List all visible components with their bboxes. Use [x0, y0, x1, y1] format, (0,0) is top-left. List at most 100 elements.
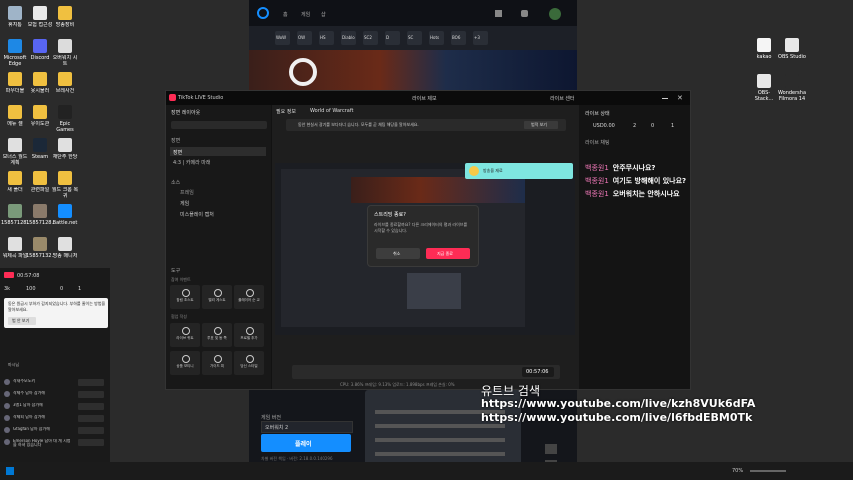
desktop-icon[interactable]: 보험 접근성	[26, 6, 54, 34]
tool-icon	[246, 327, 254, 335]
game-tab[interactable]: +3	[473, 31, 488, 45]
desktop-icon[interactable]: Discord	[26, 39, 54, 67]
source-item-frame[interactable]: 프레임	[180, 189, 194, 196]
game-tab[interactable]: D	[385, 31, 400, 45]
desktop-icon[interactable]: 오버워치 시트	[51, 39, 79, 67]
close-icon[interactable]: ✕	[677, 94, 683, 102]
user-avatar[interactable]	[549, 8, 561, 20]
tab-wow[interactable]: World of Warcraft	[304, 107, 364, 116]
game-tab[interactable]: WoW	[275, 31, 290, 45]
tool-button[interactable]: 상품 모티니	[170, 351, 200, 375]
tab-info[interactable]: 필요 정보	[272, 107, 297, 116]
tool-button[interactable]: 투표 및 동 쪽	[202, 323, 232, 347]
chat-username[interactable]: 백종원1	[585, 190, 609, 198]
desktop-icon[interactable]: 방송장비	[51, 6, 79, 34]
desktop-icon[interactable]: Epic Games Launcher	[51, 105, 79, 133]
desktop-icon[interactable]: 옷시물러	[26, 72, 54, 100]
desktop-icon[interactable]: 관련파일	[26, 171, 54, 199]
mini-welcome: 마시님	[8, 362, 20, 367]
mini-notice-button[interactable]: 법 안 보기	[8, 317, 36, 325]
tool-button[interactable]: 라이브 퀴트	[170, 323, 200, 347]
desktop-icon[interactable]: Battle.net	[51, 204, 79, 232]
thanks-button[interactable]	[78, 439, 104, 446]
thanks-button[interactable]	[78, 391, 104, 398]
nav-shop[interactable]: 샵	[321, 11, 326, 18]
tool-button[interactable]: 당신 스타일	[234, 351, 264, 375]
tiktok-title: TikTok LIVE Studio	[178, 95, 224, 101]
zoom-slider[interactable]	[750, 470, 786, 472]
desktop-icon[interactable]: OBS-Stack...	[750, 74, 778, 102]
desktop-icon[interactable]: 15857132...	[26, 237, 54, 265]
game-tab[interactable]: OW	[297, 31, 312, 45]
tool-button[interactable]: 가이드 피	[202, 351, 232, 375]
desktop-icon[interactable]: 메뉴 셀	[1, 105, 29, 133]
notice-view-button[interactable]: 법적 보기	[524, 121, 558, 129]
chat-icon[interactable]	[545, 444, 557, 454]
game-tab[interactable]: Hots	[429, 31, 444, 45]
source-item-game[interactable]: 게임	[180, 200, 189, 207]
live-center-button[interactable]: 라이브 센터	[550, 95, 575, 102]
game-tab[interactable]: SC2	[363, 31, 378, 45]
game-tab[interactable]: HS	[319, 31, 334, 45]
minimize-icon[interactable]	[662, 98, 668, 99]
game-version-select[interactable]: 오버워치 2	[261, 421, 353, 433]
start-icon[interactable]	[6, 467, 14, 475]
taskbar: 70%	[0, 462, 853, 480]
desktop-icon[interactable]: Microsoft Edge	[1, 39, 29, 67]
play-button[interactable]: 플레이	[261, 434, 351, 452]
game-tab[interactable]: SC	[407, 31, 422, 45]
game-tab-label: WoW	[276, 35, 287, 40]
thanks-button[interactable]	[78, 427, 104, 434]
dialog-confirm-button[interactable]: 지금 종료	[426, 248, 470, 259]
game-tab[interactable]: Diablo	[341, 31, 356, 45]
tool-label: 참림 초스트	[176, 298, 194, 302]
desktop-icon[interactable]: kakao	[750, 38, 778, 66]
desktop-icon[interactable]: Wondershare Filmora 14	[778, 74, 806, 102]
thanks-button[interactable]	[78, 403, 104, 410]
notification-icon[interactable]	[521, 10, 528, 17]
desktop-icon[interactable]: 방송 매니저	[51, 237, 79, 265]
tool-button[interactable]: 프로필 추가	[234, 323, 264, 347]
nav-home[interactable]: 홈	[283, 11, 288, 18]
desktop-icon-label: 월드 크롬 복귀	[51, 187, 79, 199]
desktop-icon[interactable]: 유이도관	[26, 105, 54, 133]
layout-toggle[interactable]	[171, 121, 267, 129]
file-icon	[8, 72, 22, 86]
desktop-icon[interactable]: 새 폴더	[1, 171, 29, 199]
gift-icon[interactable]	[495, 10, 502, 17]
tiktok-preview-panel: 필요 정보 World of Warcraft 동안 현실서 광기를 보다더너 …	[272, 105, 579, 389]
desktop-icon[interactable]: 15857128...	[26, 204, 54, 232]
source-item-capture[interactable]: 미스플레이 캡처	[180, 211, 214, 218]
tool-button[interactable]: 참림 초스트	[170, 285, 200, 309]
scene-item-2[interactable]: 4:3 | 카메라 마래	[173, 159, 211, 166]
desktop-icon[interactable]: 파우더블	[1, 72, 29, 100]
tool-icon	[214, 355, 222, 363]
mini-chat-entry: Emerson Hoyle 남아 대 개 시청을 하셔 있습니다	[4, 438, 108, 448]
desktop-icon-label: OBS-Stack...	[754, 90, 774, 102]
desktop-icon[interactable]: Steam	[26, 138, 54, 166]
scene-item-1[interactable]: 장면	[170, 147, 266, 156]
live-chat-header: 라이브 채팅	[585, 140, 610, 146]
thanks-button[interactable]	[78, 379, 104, 386]
desktop-icon[interactable]: 15857128...	[1, 204, 29, 232]
thanks-button[interactable]	[78, 415, 104, 422]
preview-image	[407, 273, 461, 309]
desktop-icon[interactable]: OBS Studio	[778, 38, 806, 66]
dialog-cancel-button[interactable]: 취소	[376, 248, 420, 259]
tiktok-right-panel: 라이브 상태 USD0.00 2 0 1 라이브 채팅 백종원1 안주무시나요? 백…	[579, 105, 690, 389]
chat-text: 오버워치는 안하시나요	[612, 190, 680, 198]
game-tab[interactable]: BO6	[451, 31, 466, 45]
nav-games[interactable]: 게임	[301, 11, 310, 18]
file-icon	[33, 237, 47, 251]
desktop-icon[interactable]: 월드 크롬 복귀	[51, 171, 79, 199]
desktop-icon-label: 워제곡 파일	[2, 253, 28, 259]
desktop-icon[interactable]: 재단주 한당	[51, 138, 79, 166]
desktop-icon[interactable]: 브레사건	[51, 72, 79, 100]
desktop-icon[interactable]: 워제곡 파일	[1, 237, 29, 265]
desktop-icon[interactable]: 보너스 월드 계획	[1, 138, 29, 166]
tool-button[interactable]: 플레이어 순 교	[234, 285, 264, 309]
desktop-icon[interactable]: 휴지통	[1, 6, 29, 34]
tool-button[interactable]: 엘리 게스트	[202, 285, 232, 309]
zoom-level[interactable]: 70%	[732, 468, 743, 474]
battlenet-logo-icon[interactable]	[257, 7, 269, 19]
